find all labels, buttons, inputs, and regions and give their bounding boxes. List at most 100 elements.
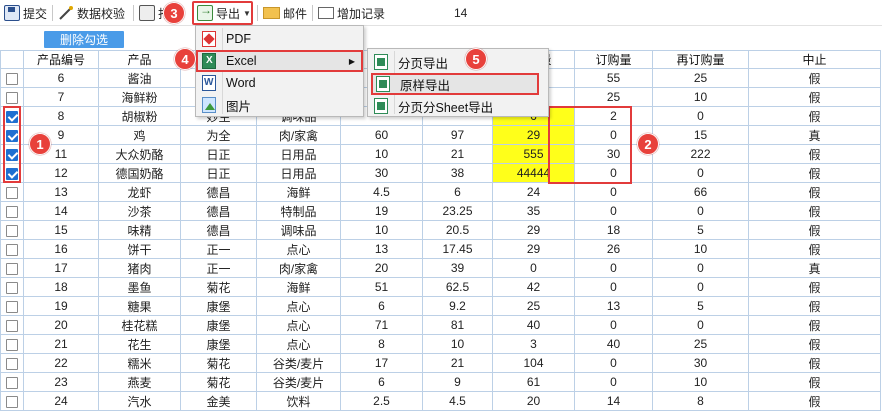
table-cell[interactable]: 51 — [340, 277, 423, 297]
table-cell[interactable]: 康堡 — [180, 334, 257, 354]
table-cell[interactable]: 真 — [748, 125, 881, 145]
row-checkbox[interactable] — [6, 148, 18, 161]
table-cell[interactable]: 日用品 — [256, 144, 341, 164]
table-cell[interactable]: 4.5 — [340, 182, 423, 202]
table-cell[interactable]: 康堡 — [180, 315, 257, 335]
table-cell[interactable]: 24 — [492, 182, 575, 202]
table-cell[interactable]: 菊花 — [180, 277, 257, 297]
table-cell[interactable]: 40 — [492, 315, 575, 335]
table-cell[interactable]: 15 — [652, 125, 749, 145]
table-cell[interactable]: 德国奶酪 — [98, 163, 181, 183]
table-cell[interactable]: 16 — [23, 239, 99, 259]
table-cell[interactable]: 71 — [340, 315, 423, 335]
table-cell[interactable]: 25 — [492, 296, 575, 316]
row-checkbox[interactable] — [6, 224, 18, 237]
table-cell[interactable]: 真 — [748, 258, 881, 278]
table-cell[interactable]: 点心 — [256, 296, 341, 316]
add-record-button[interactable]: 增加记录 — [318, 3, 385, 23]
table-cell[interactable]: 2 — [574, 106, 653, 126]
table-cell[interactable]: 42 — [492, 277, 575, 297]
table-cell[interactable]: 13 — [23, 182, 99, 202]
table-cell[interactable]: 酱油 — [98, 68, 181, 88]
menu-item-pdf[interactable]: PDF — [196, 28, 363, 50]
table-cell[interactable]: 为全 — [180, 125, 257, 145]
table-cell[interactable]: 假 — [748, 334, 881, 354]
table-cell[interactable]: 44444 — [492, 163, 575, 183]
table-cell[interactable]: 2.5 — [340, 391, 423, 411]
table-cell[interactable]: 14 — [574, 391, 653, 411]
table-cell[interactable]: 25 — [574, 87, 653, 107]
row-checkbox[interactable] — [6, 186, 18, 199]
table-cell[interactable]: 38 — [422, 163, 493, 183]
table-cell[interactable]: 40 — [574, 334, 653, 354]
table-cell[interactable]: 5 — [652, 220, 749, 240]
table-cell[interactable]: 0 — [574, 258, 653, 278]
table-cell[interactable]: 菊花 — [180, 353, 257, 373]
table-cell[interactable]: 17 — [340, 353, 423, 373]
table-cell[interactable]: 13 — [340, 239, 423, 259]
table-cell[interactable]: 22 — [23, 353, 99, 373]
table-cell[interactable]: 龙虾 — [98, 182, 181, 202]
table-cell[interactable]: 62.5 — [422, 277, 493, 297]
table-cell[interactable]: 5 — [652, 296, 749, 316]
table-cell[interactable]: 鸡 — [98, 125, 181, 145]
table-cell[interactable]: 0 — [492, 258, 575, 278]
table-cell[interactable]: 10 — [652, 87, 749, 107]
table-cell[interactable]: 调味品 — [256, 220, 341, 240]
mail-button[interactable]: 邮件 — [263, 3, 307, 23]
row-checkbox[interactable] — [6, 167, 18, 180]
row-checkbox[interactable] — [6, 72, 18, 85]
table-cell[interactable]: 23 — [23, 372, 99, 392]
table-cell[interactable]: 30 — [340, 163, 423, 183]
table-cell[interactable]: 大众奶酪 — [98, 144, 181, 164]
table-cell[interactable]: 猪肉 — [98, 258, 181, 278]
table-cell[interactable]: 假 — [748, 391, 881, 411]
table-cell[interactable]: 23.25 — [422, 201, 493, 221]
menu-item-original-export[interactable]: 原样导出 — [371, 73, 539, 95]
table-cell[interactable]: 康堡 — [180, 296, 257, 316]
table-cell[interactable]: 30 — [652, 353, 749, 373]
table-cell[interactable]: 7 — [23, 87, 99, 107]
table-cell[interactable]: 104 — [492, 353, 575, 373]
table-cell[interactable]: 糖果 — [98, 296, 181, 316]
submit-button[interactable]: 提交 — [4, 3, 47, 23]
table-cell[interactable]: 29 — [492, 125, 575, 145]
table-cell[interactable]: 19 — [340, 201, 423, 221]
row-checkbox[interactable] — [6, 243, 18, 256]
table-cell[interactable]: 墨鱼 — [98, 277, 181, 297]
table-cell[interactable]: 假 — [748, 315, 881, 335]
table-cell[interactable]: 60 — [340, 125, 423, 145]
table-cell[interactable]: 66 — [652, 182, 749, 202]
table-cell[interactable]: 日正 — [180, 163, 257, 183]
table-cell[interactable]: 20 — [23, 315, 99, 335]
table-cell[interactable]: 假 — [748, 277, 881, 297]
table-cell[interactable]: 10 — [340, 144, 423, 164]
table-cell[interactable]: 4.5 — [422, 391, 493, 411]
table-cell[interactable]: 沙茶 — [98, 201, 181, 221]
table-cell[interactable]: 德昌 — [180, 201, 257, 221]
row-checkbox[interactable] — [6, 205, 18, 218]
table-cell[interactable]: 0 — [652, 258, 749, 278]
table-cell[interactable]: 正一 — [180, 258, 257, 278]
table-cell[interactable]: 21 — [422, 353, 493, 373]
table-cell[interactable]: 8 — [340, 334, 423, 354]
table-cell[interactable]: 假 — [748, 163, 881, 183]
table-cell[interactable]: 0 — [652, 277, 749, 297]
table-cell[interactable]: 菊花 — [180, 372, 257, 392]
table-cell[interactable]: 饼干 — [98, 239, 181, 259]
row-checkbox[interactable] — [6, 110, 18, 123]
table-cell[interactable]: 21 — [23, 334, 99, 354]
table-cell[interactable]: 0 — [574, 277, 653, 297]
table-cell[interactable]: 10 — [652, 239, 749, 259]
table-cell[interactable]: 17.45 — [422, 239, 493, 259]
row-checkbox[interactable] — [6, 91, 18, 104]
table-cell[interactable]: 18 — [574, 220, 653, 240]
table-cell[interactable]: 点心 — [256, 315, 341, 335]
table-cell[interactable]: 9 — [422, 372, 493, 392]
table-cell[interactable]: 0 — [652, 315, 749, 335]
table-cell[interactable]: 假 — [748, 220, 881, 240]
table-cell[interactable]: 桂花糕 — [98, 315, 181, 335]
table-cell[interactable]: 谷类/麦片 — [256, 372, 341, 392]
table-cell[interactable]: 39 — [422, 258, 493, 278]
row-checkbox[interactable] — [6, 395, 18, 408]
